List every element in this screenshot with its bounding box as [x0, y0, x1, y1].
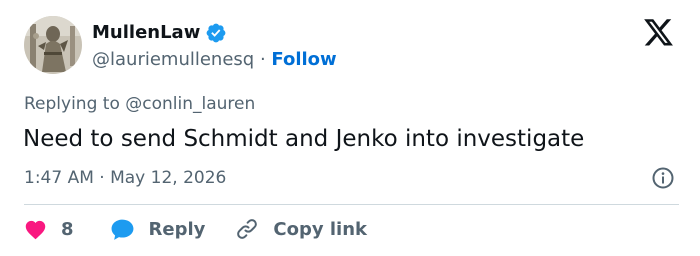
like-count: 8 — [61, 218, 74, 240]
author-name-row: MullenLaw — [92, 21, 227, 45]
copy-link-label: Copy link — [273, 218, 367, 240]
x-logo-icon[interactable] — [644, 19, 674, 47]
author-handle[interactable]: @lauriemullenesq — [92, 49, 254, 70]
follow-button[interactable]: Follow — [271, 49, 336, 70]
tweet-timestamp[interactable]: 1:47 AM · May 12, 2026 — [24, 167, 226, 189]
reply-button[interactable]: Reply — [110, 218, 206, 241]
author-avatar[interactable] — [24, 16, 82, 74]
tweet-actions: 8 Reply Copy link — [24, 217, 367, 241]
actions-divider — [24, 204, 679, 205]
speech-bubble-icon — [110, 218, 135, 241]
tweet-text: Need to send Schmidt and Jenko into inve… — [23, 126, 585, 152]
reply-context: Replying to @conlin_lauren — [24, 93, 255, 115]
heart-icon — [24, 219, 47, 240]
info-icon[interactable] — [651, 166, 675, 190]
reply-context-prefix: Replying to — [24, 94, 126, 114]
reply-label: Reply — [148, 218, 206, 240]
link-icon — [235, 217, 259, 241]
copy-link-button[interactable]: Copy link — [235, 217, 367, 241]
like-button[interactable]: 8 — [24, 219, 74, 240]
handle-separator: · — [254, 49, 272, 70]
reply-mention-link[interactable]: @conlin_lauren — [125, 94, 255, 114]
author-display-name[interactable]: MullenLaw — [92, 21, 200, 45]
verified-badge-icon — [205, 22, 227, 44]
avatar-image — [24, 16, 82, 74]
author-handle-row: @lauriemullenesq · Follow — [92, 48, 337, 72]
